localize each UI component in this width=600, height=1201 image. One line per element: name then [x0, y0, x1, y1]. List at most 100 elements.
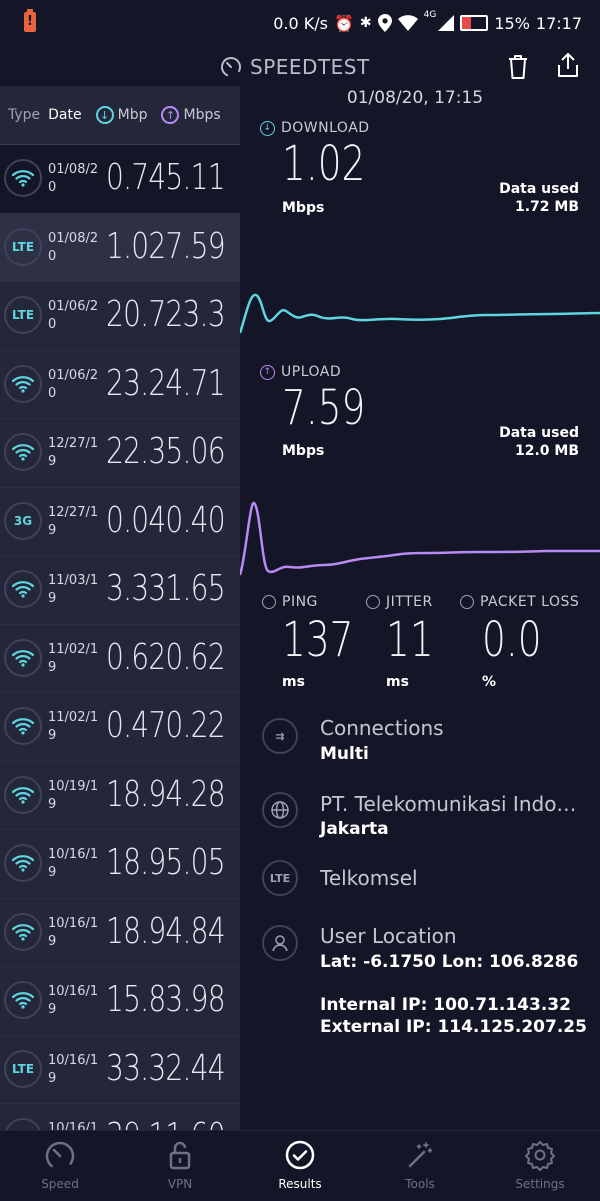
download-data-used-label: Data used: [499, 181, 579, 197]
battery-icon: [460, 15, 489, 31]
history-row[interactable]: LTE 01/06/20 20.723.3: [0, 282, 240, 351]
user-coordinates: Lat: -6.1750 Lon: 106.8286: [320, 952, 579, 972]
nav-vpn[interactable]: VPN: [120, 1131, 240, 1201]
ping-value: 137: [282, 612, 354, 668]
history-row-date: 01/08/20: [48, 162, 99, 195]
history-row-speeds: 18.94.84: [106, 910, 226, 952]
history-row-date: 10/19/19: [48, 778, 99, 812]
history-row[interactable]: 3G 12/27/19 0.040.40: [0, 488, 240, 556]
history-row-date: 10/16/19: [48, 847, 99, 880]
history-row-speeds: 0.620.62: [106, 636, 226, 678]
nav-speed[interactable]: Speed: [0, 1131, 120, 1201]
app-header: SPEEDTEST: [0, 46, 600, 88]
wifi-icon: [4, 775, 42, 814]
bluetooth-icon: ✱: [359, 15, 372, 31]
history-row-date: 11/03/19: [48, 573, 99, 606]
history-row[interactable]: 10/16/19 18.94.84: [0, 899, 240, 967]
nav-results-label: Results: [278, 1177, 322, 1191]
wifi-icon: [4, 912, 42, 951]
ping-label: PING: [262, 594, 318, 610]
history-row[interactable]: LTE 01/08/20 1.027.59: [0, 213, 240, 282]
download-data-used-value: 1.72 MB: [514, 199, 579, 215]
ping-label-text: PING: [282, 594, 318, 610]
gear-icon: [525, 1141, 555, 1171]
external-ip: External IP: 114.125.207.25: [320, 1017, 587, 1037]
jitter-label-text: JITTER: [386, 594, 433, 610]
history-row[interactable]: 01/08/20 0.745.11: [0, 145, 240, 214]
history-row[interactable]: 10/16/19 15.83.98: [0, 967, 240, 1036]
column-date[interactable]: Date: [48, 107, 81, 123]
nav-results[interactable]: Results: [240, 1131, 360, 1201]
history-row[interactable]: 11/03/19 3.331.65: [0, 556, 240, 625]
history-row-speeds: 1.027.59: [106, 225, 226, 267]
history-row-speeds: 18.94.28: [106, 773, 226, 815]
history-row[interactable]: 01/06/20 23.24.71: [0, 351, 240, 419]
battery-percent: 15%: [494, 13, 530, 33]
3g-icon: 3G: [4, 501, 42, 540]
history-row-speeds: 23.24.71: [106, 362, 226, 404]
internal-ip: Internal IP: 100.71.143.32: [320, 995, 571, 1015]
user-location-title: User Location: [320, 924, 457, 948]
lte-icon: LTE: [4, 1118, 42, 1130]
upload-graph: [240, 501, 600, 576]
provider-title: PT. Telekomunikasi Indo…: [320, 792, 577, 816]
location-icon: [377, 14, 392, 32]
nav-settings[interactable]: Settings: [480, 1131, 600, 1201]
check-circle-icon: [285, 1140, 315, 1170]
wifi-icon: [4, 844, 42, 882]
history-row[interactable]: LTE 10/16/19 33.32.44: [0, 1036, 240, 1104]
history-row-speeds: 20.723.3: [106, 294, 226, 335]
column-download[interactable]: ↓ Mbp: [95, 106, 147, 124]
history-row[interactable]: 12/27/19 22.35.06: [0, 419, 240, 488]
history-row-date: 11/02/19: [48, 641, 99, 675]
lte-icon: LTE: [4, 1049, 42, 1088]
provider-location: Jakarta: [320, 819, 389, 839]
history-row[interactable]: 10/16/19 18.95.05: [0, 830, 240, 899]
history-row[interactable]: 11/02/19 0.470.22: [0, 693, 240, 762]
carrier-lte-icon: LTE: [262, 860, 298, 896]
history-row-date: 11/02/19: [48, 710, 99, 743]
nav-tools-label: Tools: [405, 1177, 435, 1191]
packet-loss-label-text: PACKET LOSS: [480, 594, 580, 610]
history-row[interactable]: 10/19/19 18.94.28: [0, 762, 240, 830]
upload-label-text: UPLOAD: [281, 364, 342, 380]
column-upload[interactable]: ↑ Mbps: [161, 106, 221, 124]
globe-icon: [262, 792, 298, 828]
connections-icon: ⇉: [262, 718, 298, 754]
wifi-icon: [4, 433, 42, 471]
column-type[interactable]: Type: [8, 107, 40, 123]
user-icon: [262, 925, 298, 961]
history-list[interactable]: Type Date ↓ Mbp ↑ Mbps 01/08/20 0.745.11 L…: [0, 86, 240, 1130]
carrier-name: Telkomsel: [320, 866, 418, 890]
history-row[interactable]: 11/02/19 0.620.62: [0, 625, 240, 693]
wifi-icon: [4, 364, 42, 403]
net-speed: 0.0 K/s: [273, 13, 328, 33]
history-row-date: 10/16/19: [48, 984, 99, 1017]
upload-label: ↑ UPLOAD: [260, 364, 341, 380]
history-row-date: 12/27/19: [48, 504, 99, 538]
history-row-speeds: 39.11.60: [106, 1116, 226, 1130]
history-row-speeds: 3.331.65: [106, 568, 226, 609]
status-indicators: 0.0 K/s ⏰ ✱ 4G 15% 17:17: [273, 10, 582, 36]
history-row-speeds: 33.32.44: [106, 1047, 226, 1089]
wifi-icon: [4, 638, 42, 677]
history-row-speeds: 0.745.11: [106, 157, 226, 198]
packet-loss-icon: [460, 595, 474, 609]
lte-icon: LTE: [4, 296, 42, 334]
upload-data-used-label: Data used: [499, 425, 579, 441]
speedometer-icon: [221, 57, 241, 77]
history-row[interactable]: LTE 10/16/19 39.11.60: [0, 1104, 240, 1130]
upload-value: 7.59: [282, 380, 366, 436]
trash-icon[interactable]: [506, 54, 530, 80]
connections-value: Multi: [320, 744, 369, 764]
nav-tools[interactable]: Tools: [360, 1131, 480, 1201]
share-icon[interactable]: [556, 52, 580, 78]
packet-loss-value: 0.0: [482, 612, 542, 668]
upload-data-used-value: 12.0 MB: [514, 443, 579, 459]
download-unit: Mbps: [282, 200, 325, 216]
signal-icon: [438, 15, 455, 31]
download-arrow-icon: ↓: [95, 106, 114, 124]
jitter-icon: [366, 595, 380, 609]
history-row-date: 12/27/19: [48, 436, 99, 469]
history-row-speeds: 0.470.22: [106, 705, 226, 746]
